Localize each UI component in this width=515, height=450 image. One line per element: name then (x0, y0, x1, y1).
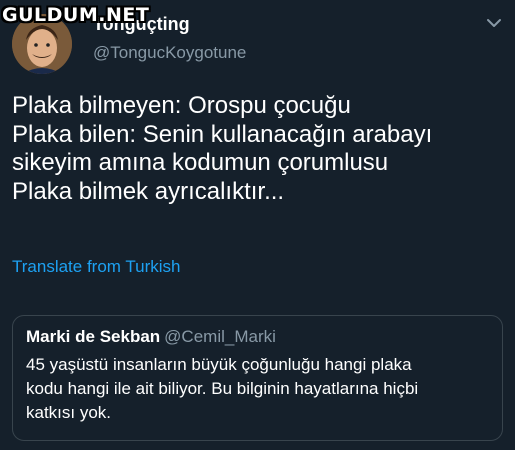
tweet-text-line: Plaka bilmek ayrıcalıktır... (12, 177, 285, 205)
quoted-tweet-text: 45 yaşüstü insanların büyük çoğunluğu ha… (26, 353, 502, 425)
chevron-down-icon[interactable] (485, 14, 503, 32)
quoted-author-name: Marki de Sekban (26, 327, 161, 346)
translate-link[interactable]: Translate from Turkish (12, 257, 180, 277)
quoted-tweet-header: Marki de Sekban @Cemil_Marki (26, 326, 502, 348)
quoted-text-line: katkısı yok. (26, 403, 112, 422)
quoted-tweet-card[interactable]: Marki de Sekban @Cemil_Marki 45 yaşüstü i… (12, 315, 503, 441)
tweet-text-line: Plaka bilen: Senin kullanacağın arabayı (12, 120, 433, 148)
watermark: GULDUM.NET (2, 4, 150, 26)
quoted-text-line: 45 yaşüstü insanların büyük çoğunluğu ha… (26, 355, 412, 374)
tweet-text-line: Plaka bilmeyen: Orospu çocuğu (12, 92, 351, 119)
author-handle[interactable]: @TongucKoygotune (93, 43, 246, 63)
quoted-author-handle: @Cemil_Marki (164, 327, 276, 346)
tweet-text: Plaka bilmeyen: Orospu çocuğu Plaka bile… (12, 92, 507, 206)
tweet-text-line: sikeyim amına kodumun çorumlusu (12, 149, 389, 176)
quoted-text-line: kodu hangi ile ait biliyor. Bu bilginin … (26, 379, 419, 398)
